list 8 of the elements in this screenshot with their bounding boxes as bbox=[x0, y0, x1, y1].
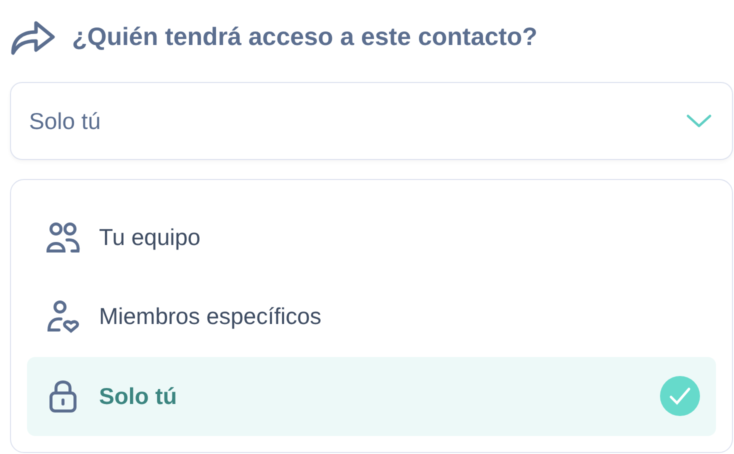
person-heart-icon bbox=[45, 298, 81, 335]
menu-option[interactable]: Tu equipo bbox=[27, 198, 716, 278]
check-icon bbox=[660, 376, 700, 416]
question-heading: ¿Quién tendrá acceso a este contacto? bbox=[72, 22, 538, 52]
access-select[interactable]: Solo tú bbox=[10, 82, 733, 160]
chevron-down-icon bbox=[686, 113, 712, 129]
menu-option[interactable]: Solo tú bbox=[27, 356, 716, 436]
menu-option[interactable]: Miembros específicos bbox=[27, 277, 716, 357]
